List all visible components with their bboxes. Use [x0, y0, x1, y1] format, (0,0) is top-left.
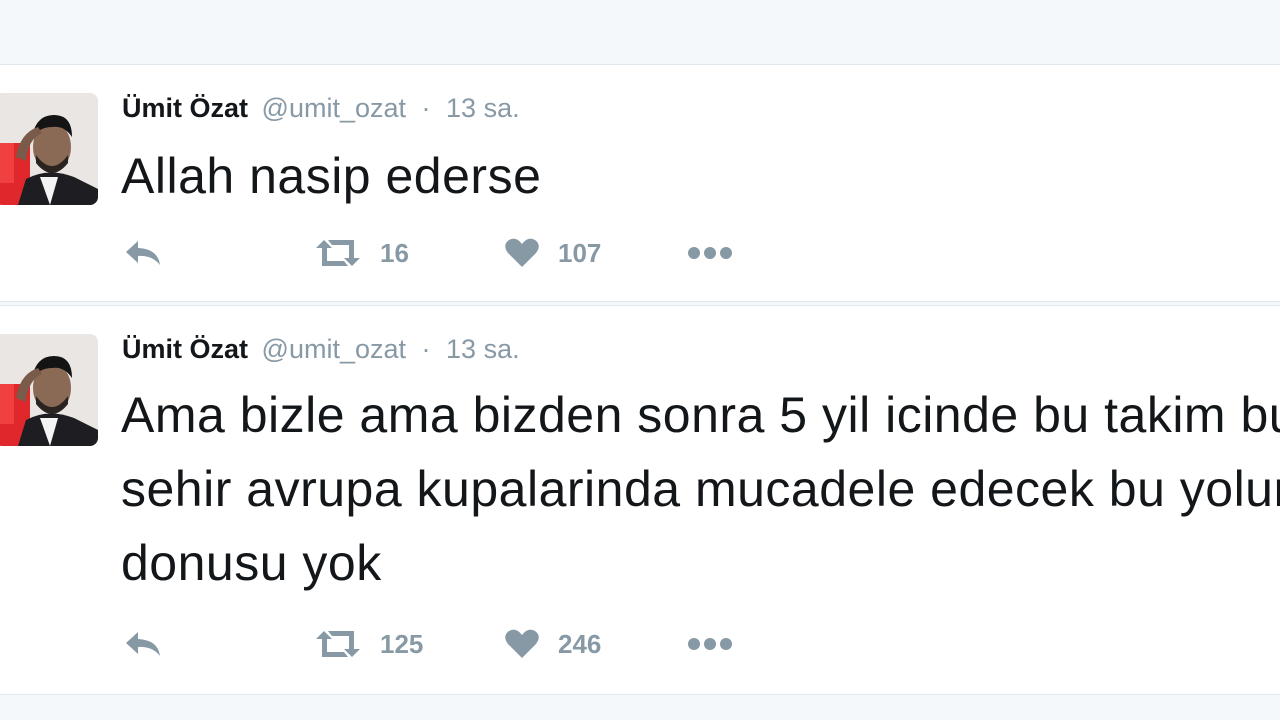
- tweet[interactable]: Ümit Özat @umit_ozat · 13 sa. Ama bizle …: [0, 305, 1280, 695]
- reply-button[interactable]: [124, 624, 164, 664]
- reply-icon: [126, 241, 160, 265]
- like-button[interactable]: 246: [504, 624, 601, 664]
- reply-icon: [126, 632, 160, 656]
- tweet-header: Ümit Özat @umit_ozat · 13 sa.: [122, 332, 520, 366]
- heart-icon: [505, 629, 539, 658]
- heart-icon: [505, 238, 539, 267]
- tweet-header: Ümit Özat @umit_ozat · 13 sa.: [122, 91, 520, 125]
- tweet-actions: 125 246: [124, 624, 824, 664]
- retweet-icon: [316, 631, 360, 657]
- tweet-text: Allah nasip ederse: [121, 148, 542, 204]
- avatar[interactable]: [0, 93, 98, 205]
- author-name[interactable]: Ümit Özat: [122, 93, 248, 123]
- tweet-time[interactable]: 13 sa.: [446, 93, 520, 123]
- like-button[interactable]: 107: [504, 233, 601, 273]
- like-count: 107: [558, 237, 602, 268]
- more-button[interactable]: [686, 233, 734, 273]
- avatar-image: [0, 93, 98, 205]
- author-name[interactable]: Ümit Özat: [122, 334, 248, 364]
- retweet-icon: [316, 240, 360, 266]
- retweet-button[interactable]: 16: [314, 233, 409, 273]
- like-count: 246: [558, 628, 602, 659]
- author-handle[interactable]: @umit_ozat: [262, 93, 406, 123]
- avatar[interactable]: [0, 334, 98, 446]
- retweet-count: 125: [380, 628, 424, 659]
- more-dots-icon: [688, 638, 732, 650]
- separator: ·: [421, 334, 431, 364]
- tweet-actions: 16 107: [124, 233, 824, 273]
- tweet-text: Ama bizle ama bizden sonra 5 yil icinde …: [121, 387, 1280, 591]
- tweet-time[interactable]: 13 sa.: [446, 334, 520, 364]
- avatar-image: [0, 334, 98, 446]
- author-handle[interactable]: @umit_ozat: [262, 334, 406, 364]
- retweet-button[interactable]: 125: [314, 624, 423, 664]
- tweet[interactable]: Ümit Özat @umit_ozat · 13 sa. Allah nasi…: [0, 64, 1280, 302]
- reply-button[interactable]: [124, 233, 164, 273]
- tweet-feed: Ümit Özat @umit_ozat · 13 sa. Allah nasi…: [0, 0, 1280, 720]
- retweet-count: 16: [380, 237, 409, 268]
- more-button[interactable]: [686, 624, 734, 664]
- more-dots-icon: [688, 247, 732, 259]
- separator: ·: [421, 93, 431, 123]
